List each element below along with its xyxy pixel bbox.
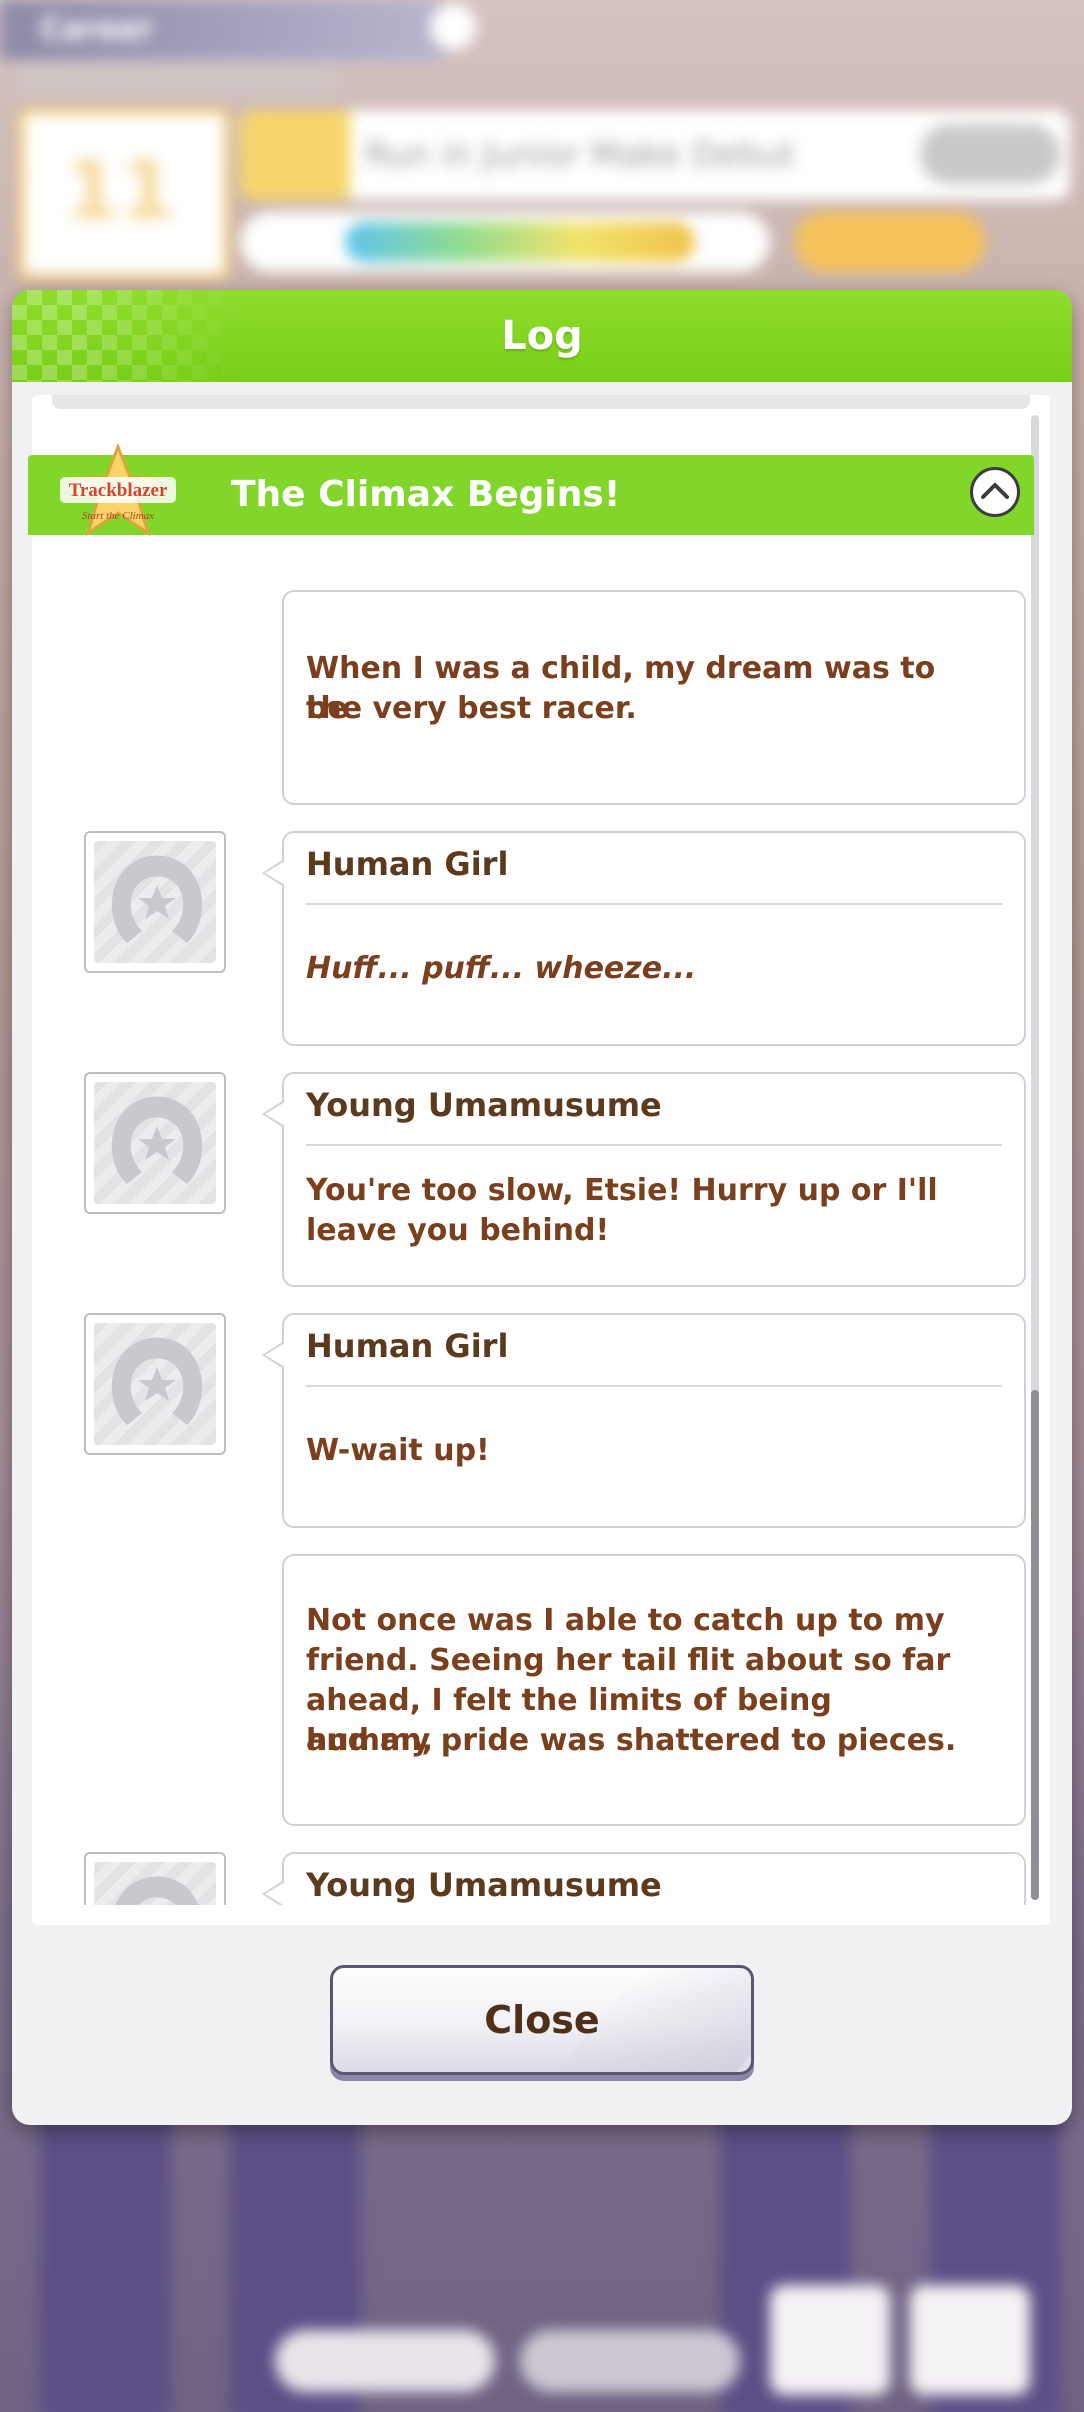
narration-line: friend. Seeing her tail flit about so fa… <box>306 1643 951 1678</box>
goal-text: Run in Junior Make Debut <box>365 135 795 175</box>
avatar <box>84 1072 226 1214</box>
collapse-button[interactable] <box>970 467 1020 517</box>
dialogue-line: You're too slow, Etsie! Hurry up or I'll <box>306 1173 938 1208</box>
speaker-name: Human Girl <box>306 1327 509 1365</box>
turns-left-count: 11 <box>64 144 176 237</box>
divider <box>306 1144 1002 1146</box>
dialogue-bubble: Young Umamusume <box>262 1852 1026 1905</box>
avatar <box>84 1313 226 1455</box>
dialogue-bubble: Young Umamusume You're too slow, Etsie! … <box>262 1072 1026 1287</box>
skip-button <box>275 2330 495 2392</box>
horseshoe-icon <box>115 1876 199 1905</box>
goal-tag <box>240 110 350 200</box>
narration-line: the very best racer. <box>306 691 637 726</box>
badge-subtext: Start the Climax <box>82 510 154 522</box>
dialogue-line: Huff... puff... wheeze... <box>306 951 697 986</box>
menu-button <box>910 2285 1030 2395</box>
speaker-name: Young Umamusume <box>306 1866 662 1904</box>
dialogue-bubble: Human Girl W-wait up! <box>262 1313 1026 1528</box>
narration-bubble: Not once was I able to catch up to my fr… <box>282 1554 1026 1826</box>
chapter-header: Trackblazer Start the Climax The Climax … <box>28 443 1034 537</box>
narration-line: Not once was I able to catch up to my <box>306 1603 945 1638</box>
turns-calendar: 11 <box>18 108 230 280</box>
dialogue-bubble: Human Girl Huff... puff... wheeze... <box>262 831 1026 1046</box>
avatar <box>84 831 226 973</box>
dialogue-line: leave you behind! <box>306 1213 610 1248</box>
narration-line: and my pride was shattered to pieces. <box>306 1723 957 1758</box>
help-icon <box>430 4 476 50</box>
badge-text: Trackblazer <box>69 480 168 501</box>
log-button <box>770 2285 890 2395</box>
dialog-title: Log <box>501 313 583 359</box>
log-entries: When I was a child, my dream was to be t… <box>28 535 1034 1905</box>
details-button <box>920 124 1060 184</box>
dialog-header: Log <box>12 290 1072 382</box>
quick-button <box>520 2330 740 2392</box>
career-label: Career <box>40 12 153 47</box>
curtain <box>40 2100 170 2412</box>
previous-entry-edge <box>52 395 1030 409</box>
trackblazer-badge-icon: Trackblazer Start the Climax <box>60 443 176 537</box>
subtitle-bar <box>18 62 338 96</box>
close-button[interactable]: Close <box>330 1965 754 2075</box>
dialogue-line: W-wait up! <box>306 1433 490 1468</box>
avatar <box>84 1852 226 1905</box>
divider <box>306 903 1002 905</box>
chevron-up-icon <box>981 483 1009 499</box>
speaker-name: Human Girl <box>306 845 509 883</box>
divider <box>306 1385 1002 1387</box>
speaker-name: Young Umamusume <box>306 1086 662 1124</box>
energy-fill <box>345 222 695 262</box>
horseshoe-icon <box>111 855 203 943</box>
horseshoe-icon <box>111 1337 203 1425</box>
close-label: Close <box>484 1998 600 2042</box>
skills-button <box>795 212 985 272</box>
horseshoe-icon <box>111 1096 203 1184</box>
narration-bubble: When I was a child, my dream was to be t… <box>282 590 1026 805</box>
chapter-title: The Climax Begins! <box>231 474 621 515</box>
